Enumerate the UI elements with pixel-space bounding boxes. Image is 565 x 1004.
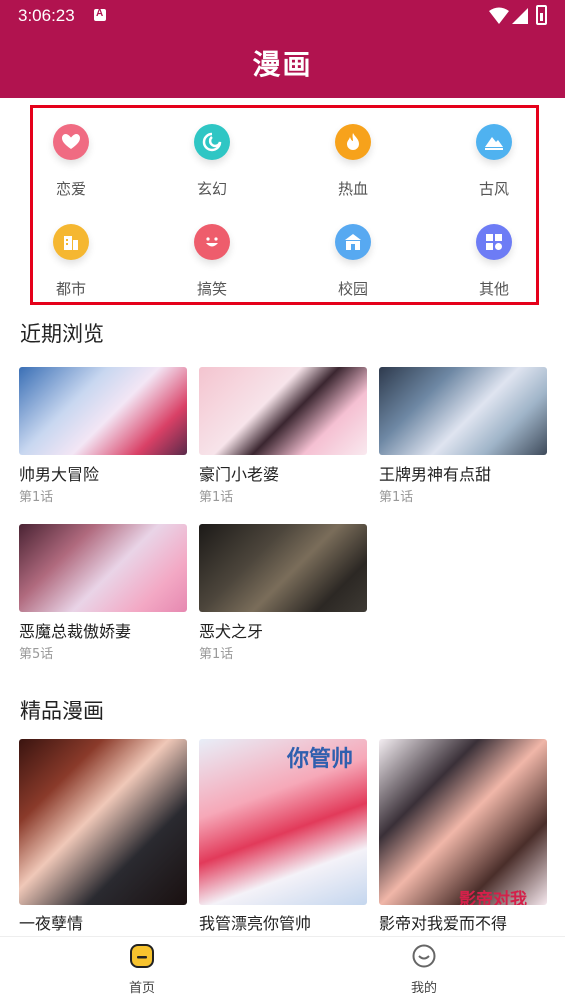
category-label: 玄幻: [196, 180, 227, 198]
comic-cover[interactable]: 影帝对我: [379, 739, 547, 905]
grid-icon: [476, 224, 512, 260]
signal-icon: [512, 8, 528, 24]
comic-cover[interactable]: [199, 367, 367, 455]
battery-icon: [536, 5, 547, 25]
status-time: 3:06:23: [18, 6, 75, 25]
comic-name[interactable]: 豪门小老婆: [199, 461, 279, 485]
home-icon: [130, 944, 154, 968]
flame-icon: [335, 124, 371, 160]
category-label: 古风: [478, 180, 509, 198]
category-label: 热血: [337, 180, 368, 198]
comic-name[interactable]: 恶犬之牙: [199, 618, 263, 642]
swirl-icon: [194, 124, 230, 160]
page-title: 漫画: [252, 48, 313, 81]
comic-cover[interactable]: [19, 739, 187, 905]
heart-icon: [53, 124, 89, 160]
nav-mine[interactable]: 我的: [364, 937, 484, 1004]
comic-episode: 第1话: [19, 490, 54, 505]
nav-home-label: 首页: [128, 981, 155, 996]
mountain-icon: [476, 124, 512, 160]
comic-cover[interactable]: 你管帅: [199, 739, 367, 905]
status-bar: 3:06:23: [0, 0, 565, 32]
title-bar: 漫画: [0, 32, 565, 98]
school-icon: [335, 224, 371, 260]
wifi-icon: [489, 7, 509, 24]
recent-section-title: 近期浏览: [20, 322, 104, 346]
comic-name[interactable]: 一夜孽情: [19, 910, 83, 934]
comic-cover[interactable]: [19, 367, 187, 455]
category-label: 恋爱: [55, 180, 86, 198]
building-icon: [53, 224, 89, 260]
category-label: 校园: [337, 280, 368, 298]
featured-section-title: 精品漫画: [20, 699, 104, 723]
cover-title-text: 影帝对我: [459, 890, 527, 905]
comic-cover[interactable]: [379, 367, 547, 455]
cover-title-text: 你管帅: [287, 747, 354, 772]
category-campus[interactable]: 校园: [303, 218, 403, 306]
profile-smile-icon: [412, 944, 436, 968]
category-panel: 恋爱 玄幻 热血 古风 都市 搞笑 校园 其他: [30, 105, 539, 305]
comic-episode: 第1话: [379, 490, 414, 505]
nav-mine-label: 我的: [410, 981, 437, 996]
category-label: 搞笑: [196, 280, 227, 298]
comic-name[interactable]: 恶魔总裁傲娇妻: [19, 618, 131, 642]
comic-cover[interactable]: [19, 524, 187, 612]
notification-a-icon: [94, 8, 106, 21]
category-urban[interactable]: 都市: [21, 218, 121, 306]
comic-episode: 第1话: [199, 647, 234, 662]
category-label: 都市: [55, 280, 86, 298]
category-fantasy[interactable]: 玄幻: [162, 118, 262, 206]
comic-cover[interactable]: [199, 524, 367, 612]
comic-episode: 第5话: [19, 647, 54, 662]
nav-home[interactable]: 首页: [82, 937, 202, 1004]
category-ancient[interactable]: 古风: [444, 118, 544, 206]
category-romance[interactable]: 恋爱: [21, 118, 121, 206]
comic-name[interactable]: 王牌男神有点甜: [379, 461, 491, 485]
bottom-nav: 首页 我的: [0, 936, 565, 1004]
category-other[interactable]: 其他: [444, 218, 544, 306]
category-comedy[interactable]: 搞笑: [162, 218, 262, 306]
comic-name[interactable]: 我管漂亮你管帅: [199, 910, 311, 934]
smile-icon: [194, 224, 230, 260]
comic-name[interactable]: 影帝对我爱而不得: [379, 910, 507, 934]
category-label: 其他: [478, 280, 509, 298]
comic-name[interactable]: 帅男大冒险: [19, 461, 99, 485]
comic-episode: 第1话: [199, 490, 234, 505]
category-action[interactable]: 热血: [303, 118, 403, 206]
